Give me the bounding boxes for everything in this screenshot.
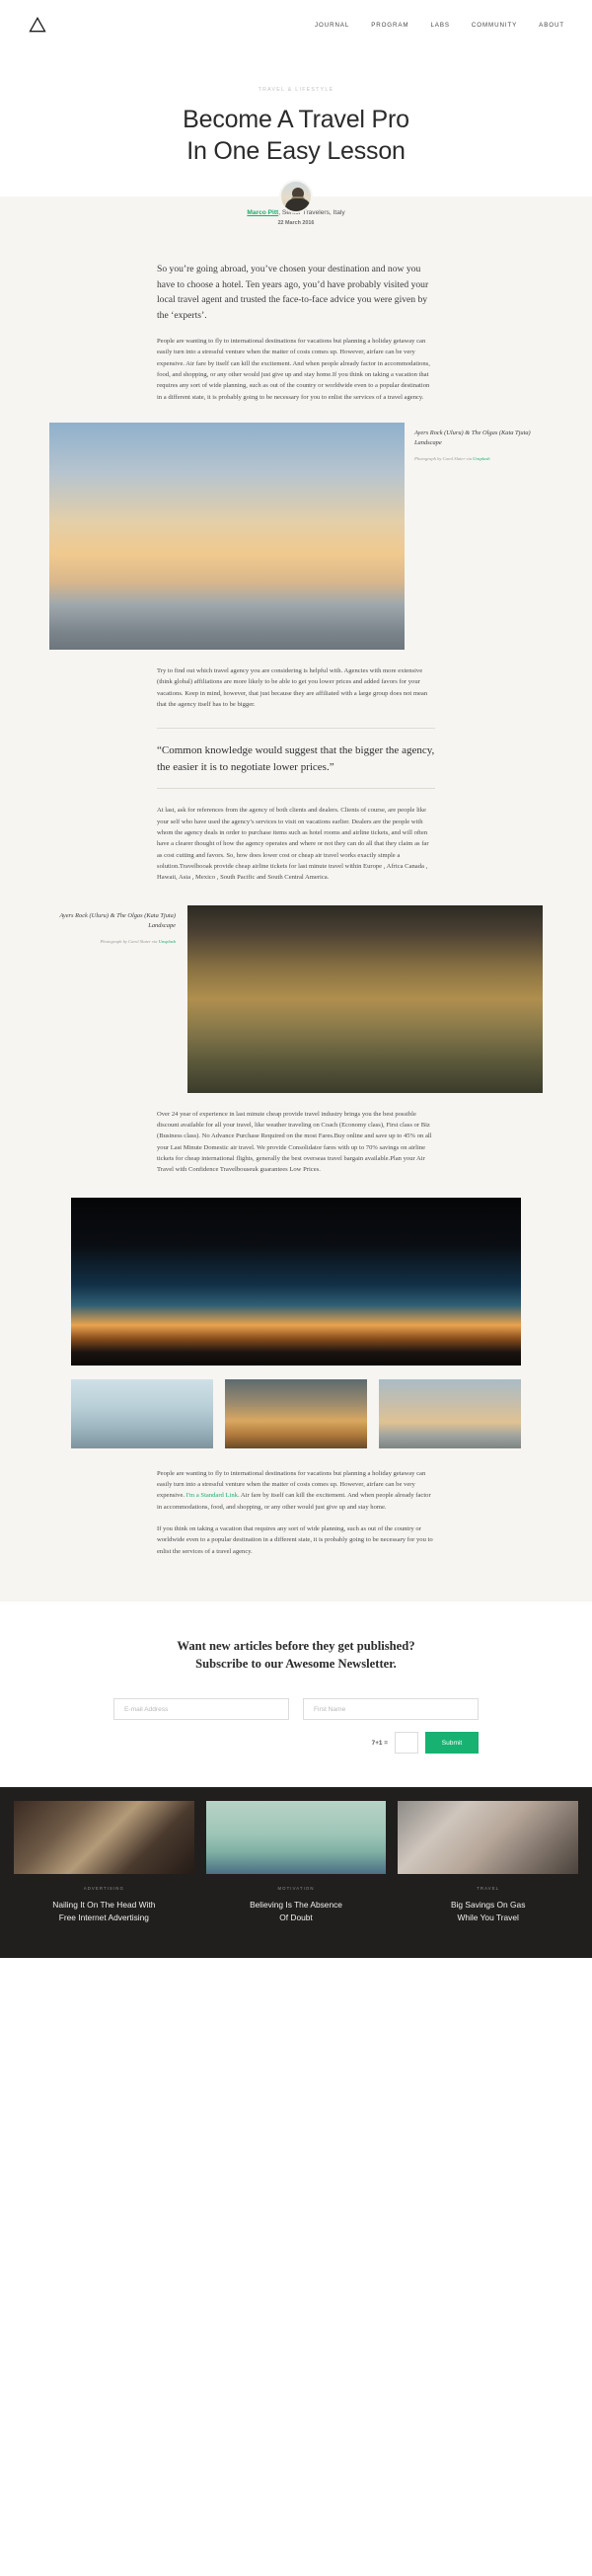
article-paragraph-1: People are wanting to fly to internation… (157, 338, 430, 401)
card-title-line2: Of Doubt (279, 1912, 313, 1923)
submit-button[interactable]: Submit (425, 1732, 479, 1755)
laptop-desk-photo (14, 1801, 194, 1875)
figure-uluru: Ayers Rock (Uluru) & The Olgas (Kata Tju… (49, 904, 543, 1093)
thumbnail-row (71, 1378, 521, 1448)
captcha-label: 7+1 = (371, 1739, 388, 1747)
article-column-3: At last, ask for references from the age… (157, 805, 435, 883)
newsletter-title: Want new articles before they get publis… (0, 1637, 592, 1674)
article-column-1: So you’re going abroad, you’ve chosen yo… (157, 262, 435, 403)
sunset-seascape-photo (49, 423, 405, 651)
travelers-backpacks-photo (398, 1801, 579, 1875)
article-lead-paragraph: So you’re going abroad, you’ve chosen yo… (157, 264, 429, 321)
nav-item-journal[interactable]: JOURNAL (315, 22, 349, 29)
card-category: ADVERTISING (83, 1886, 124, 1892)
nav-item-about[interactable]: ABOUT (539, 22, 564, 29)
newsletter-fields-row (113, 1698, 479, 1721)
related-card[interactable]: MOTIVATION Believing Is The Absence Of D… (205, 1801, 387, 1923)
byline-band: Marco Pitt, Senior Travelers, Italy 22 M… (0, 180, 592, 240)
triangle-logo-icon (29, 16, 46, 33)
coastal-sunset-thumb[interactable] (379, 1378, 521, 1448)
article-paragraph-3: At last, ask for references from the age… (157, 807, 429, 882)
newsletter-title-line2: Subscribe to our Awesome Newsletter. (195, 1657, 397, 1672)
card-title: Nailing It On The Head With Free Interne… (14, 1899, 194, 1923)
top-navbar: JOURNAL PROGRAM LABS COMMUNITY ABOUT (0, 0, 592, 49)
figure-credit-text: Photograph by Carol Slater via (414, 455, 474, 461)
card-category: MOTIVATION (277, 1886, 315, 1892)
nav-item-labs[interactable]: LABS (430, 22, 449, 29)
newsletter-submit-row: 7+1 = Submit (113, 1732, 479, 1755)
article-paragraph-2: Try to find out which travel agency you … (157, 667, 428, 709)
misty-mountains-thumb[interactable] (71, 1378, 213, 1448)
newsletter-form: 7+1 = Submit (113, 1698, 479, 1755)
card-title-line2: While You Travel (457, 1912, 519, 1923)
page-title: Become A Travel Pro In One Easy Lesson (0, 105, 592, 167)
nav-item-program[interactable]: PROGRAM (371, 22, 408, 29)
card-title-line1: Big Savings On Gas (450, 1900, 526, 1911)
email-field[interactable] (113, 1698, 289, 1721)
figure-sunset: Ayers Rock (Uluru) & The Olgas (Kata Tju… (49, 423, 543, 651)
card-title-line2: Free Internet Advertising (58, 1912, 149, 1923)
author-link[interactable]: Marco Pitt (247, 209, 278, 216)
publish-date: 22 March 2016 (277, 220, 315, 226)
golden-road-thumb[interactable] (225, 1378, 367, 1448)
page-title-line2: In One Easy Lesson (186, 136, 406, 165)
nav-item-community[interactable]: COMMUNITY (472, 22, 517, 29)
figure-caption-credit: Photograph by Carol Slater via Unsplash (49, 939, 176, 946)
page-title-line1: Become A Travel Pro (183, 106, 409, 133)
card-category: TRAVEL (477, 1886, 500, 1892)
pullquote: “Common knowledge would suggest that the… (157, 728, 435, 790)
site-logo[interactable] (28, 15, 47, 35)
figure-caption-title: Ayers Rock (Uluru) & The Olgas (Kata Tju… (414, 429, 531, 447)
article-paragraph-4: Over 24 year of experience in last minut… (157, 1110, 432, 1174)
nav-links: JOURNAL PROGRAM LABS COMMUNITY ABOUT (315, 22, 564, 29)
article-kicker: TRAVEL & LIFESTYLE (258, 87, 334, 93)
card-title-line1: Believing Is The Absence (250, 1900, 342, 1911)
figure-credit-link[interactable]: Unsplash (473, 456, 489, 461)
avatar-body-shape (285, 198, 311, 211)
night-mountain-photo (71, 1197, 521, 1366)
card-title-line1: Nailing It On The Head With (52, 1900, 156, 1911)
article-column-5: People are wanting to fly to internation… (157, 1468, 435, 1557)
figure-credit-link[interactable]: Unsplash (159, 939, 176, 944)
card-title: Believing Is The Absence Of Doubt (206, 1899, 387, 1923)
figure-credit-text: Photograph by Carol Slater via (100, 938, 159, 944)
avatar (279, 180, 313, 213)
article-body: So you’re going abroad, you’ve chosen yo… (0, 240, 592, 1601)
article-column-2: Try to find out which travel agency you … (157, 665, 435, 710)
newsletter-title-line1: Want new articles before they get publis… (177, 1638, 415, 1653)
figure-caption-credit: Photograph by Carol Slater via Unsplash (414, 456, 543, 463)
newsletter-section: Want new articles before they get publis… (0, 1600, 592, 1788)
standard-link[interactable]: I'm a Standard Link (186, 1492, 238, 1499)
hero-section: TRAVEL & LIFESTYLE Become A Travel Pro I… (0, 49, 592, 167)
figure-caption: Ayers Rock (Uluru) & The Olgas (Kata Tju… (414, 423, 543, 463)
first-name-field[interactable] (303, 1698, 479, 1721)
related-articles-footer: ADVERTISING Nailing It On The Head With … (0, 1787, 592, 1958)
pullquote-text: “Common knowledge would suggest that the… (157, 744, 435, 773)
article-column-4: Over 24 year of experience in last minut… (157, 1109, 435, 1176)
article-paragraph-5: People are wanting to fly to internation… (157, 1468, 435, 1513)
article-paragraph-6: If you think on taking a vacation that r… (157, 1524, 433, 1555)
card-title: Big Savings On Gas While You Travel (398, 1899, 578, 1923)
blue-hair-woman-photo (205, 1801, 387, 1875)
figure-caption: Ayers Rock (Uluru) & The Olgas (Kata Tju… (49, 905, 178, 946)
related-card[interactable]: ADVERTISING Nailing It On The Head With … (14, 1801, 194, 1923)
uluru-landscape-photo (187, 904, 543, 1093)
captcha-input[interactable] (395, 1732, 418, 1755)
related-card[interactable]: TRAVEL Big Savings On Gas While You Trav… (398, 1801, 579, 1923)
figure-caption-title: Ayers Rock (Uluru) & The Olgas (Kata Tju… (59, 911, 176, 929)
